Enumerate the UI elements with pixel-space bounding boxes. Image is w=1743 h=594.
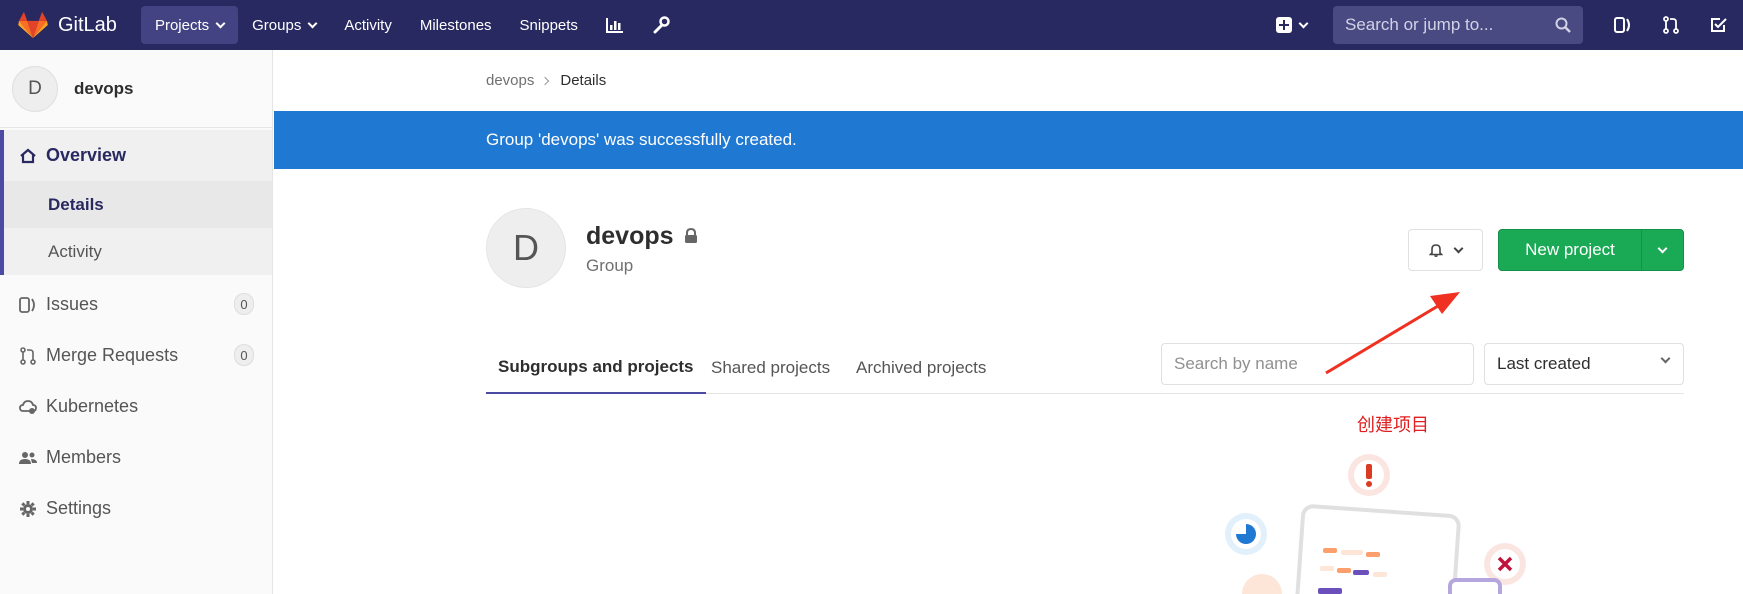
tab-subgroups-and-projects[interactable]: Subgroups and projects (486, 342, 706, 394)
sidebar: D devops Overview Details Activity Issue… (0, 50, 273, 594)
tab-label: Subgroups and projects (498, 357, 694, 376)
merge-request-icon (18, 346, 38, 366)
chevron-down-icon (1453, 243, 1464, 253)
nav-milestones[interactable]: Milestones (406, 6, 506, 44)
group-avatar-small: D (12, 65, 58, 112)
tab-label: Shared projects (711, 358, 831, 377)
sort-dropdown[interactable]: Last created (1484, 343, 1684, 385)
nav-groups-label: Groups (252, 16, 302, 34)
sidebar-item-label: Settings (46, 498, 112, 518)
sidebar-item-label: Issues (46, 294, 99, 314)
sidebar-context-header[interactable]: D devops (0, 50, 272, 128)
plus-icon (1276, 17, 1292, 33)
flash-message: Group 'devops' was successfully created. (486, 130, 797, 149)
flash-notice[interactable]: Group 'devops' was successfully created. (274, 111, 1743, 169)
sidebar-item-label: Merge Requests (46, 345, 179, 365)
nav-projects[interactable]: Projects (140, 6, 239, 44)
chevron-down-icon (1660, 353, 1671, 364)
tab-archived-projects[interactable]: Archived projects (856, 342, 986, 394)
empty-state-illustration (1225, 454, 1526, 594)
annotation-label: 创建项目 (1357, 415, 1429, 436)
chevron-down-icon (1298, 18, 1309, 28)
nav-snippets-label: Snippets (519, 16, 578, 34)
tab-label: Archived projects (856, 358, 987, 377)
nav-groups[interactable]: Groups (238, 6, 330, 44)
top-navbar: GitLab Projects Groups Activity Mileston… (0, 0, 1743, 50)
search-icon (1555, 17, 1571, 33)
breadcrumb-current[interactable]: Details (560, 72, 606, 89)
merge-requests-count-badge: 0 (234, 344, 254, 366)
sidebar-item-issues[interactable]: Issues 0 (0, 279, 272, 330)
overview-group: Overview Details Activity (0, 130, 272, 275)
sidebar-item-merge-requests[interactable]: Merge Requests 0 (0, 330, 272, 381)
sidebar-item-label: Overview (46, 145, 127, 165)
sidebar-item-members[interactable]: Members (0, 432, 272, 483)
chevron-down-icon (215, 18, 226, 28)
issues-icon (18, 295, 38, 315)
tab-shared-projects[interactable]: Shared projects (711, 342, 830, 394)
new-dropdown[interactable] (1276, 17, 1309, 33)
search-placeholder: Search or jump to... (1345, 15, 1494, 34)
nav-activity-label: Activity (344, 16, 392, 34)
new-project-label: New project (1525, 240, 1615, 259)
global-search-input[interactable]: Search or jump to... (1333, 6, 1583, 44)
context-name: devops (74, 78, 134, 98)
new-project-split-button: New project (1498, 229, 1684, 271)
nav-snippets[interactable]: Snippets (506, 6, 592, 44)
brand-name: GitLab (58, 13, 117, 36)
sidebar-subitem-activity[interactable]: Activity (4, 228, 272, 275)
breadcrumb: devops Details (486, 72, 606, 89)
nav-activity[interactable]: Activity (330, 6, 406, 44)
kubernetes-icon (18, 397, 38, 417)
sidebar-item-label: Members (46, 447, 122, 467)
new-project-button[interactable]: New project (1499, 230, 1641, 270)
sort-value: Last created (1497, 354, 1591, 373)
home-icon (18, 146, 38, 166)
members-icon (18, 448, 38, 468)
todo-icon[interactable] (1695, 6, 1743, 44)
group-avatar: D (486, 208, 566, 288)
nav-projects-label: Projects (154, 16, 210, 34)
settings-icon (18, 499, 38, 519)
notification-dropdown[interactable] (1408, 229, 1483, 271)
lock-icon (684, 222, 698, 251)
sidebar-subitem-label: Activity (48, 241, 102, 261)
chevron-down-icon (307, 18, 318, 28)
merge-request-icon[interactable] (1647, 6, 1695, 44)
search-by-name-input[interactable]: Search by name (1161, 343, 1474, 385)
sidebar-item-label: Kubernetes (46, 396, 139, 416)
chevron-right-icon (541, 76, 550, 85)
gitlab-logo[interactable]: GitLab (18, 0, 117, 50)
group-title: devops (586, 222, 698, 251)
search-by-name-placeholder: Search by name (1174, 354, 1298, 373)
bell-icon (1429, 244, 1443, 257)
issues-count-badge: 0 (234, 293, 254, 315)
new-project-dropdown-toggle[interactable] (1641, 230, 1683, 270)
tanuki-icon (18, 11, 48, 39)
wrench-icon[interactable] (638, 6, 684, 44)
issues-icon[interactable] (1599, 6, 1647, 44)
chart-icon[interactable] (592, 6, 638, 44)
sidebar-item-settings[interactable]: Settings (0, 483, 272, 534)
sidebar-subitem-details[interactable]: Details (4, 181, 272, 228)
group-type: Group (586, 256, 634, 275)
sidebar-subitem-label: Details (48, 194, 104, 214)
sidebar-item-overview[interactable]: Overview (4, 130, 272, 181)
sidebar-item-kubernetes[interactable]: Kubernetes (0, 381, 272, 432)
breadcrumb-parent[interactable]: devops (486, 72, 534, 89)
nav-milestones-label: Milestones (419, 16, 492, 34)
chevron-down-icon (1657, 243, 1668, 253)
group-name: devops (586, 222, 674, 250)
